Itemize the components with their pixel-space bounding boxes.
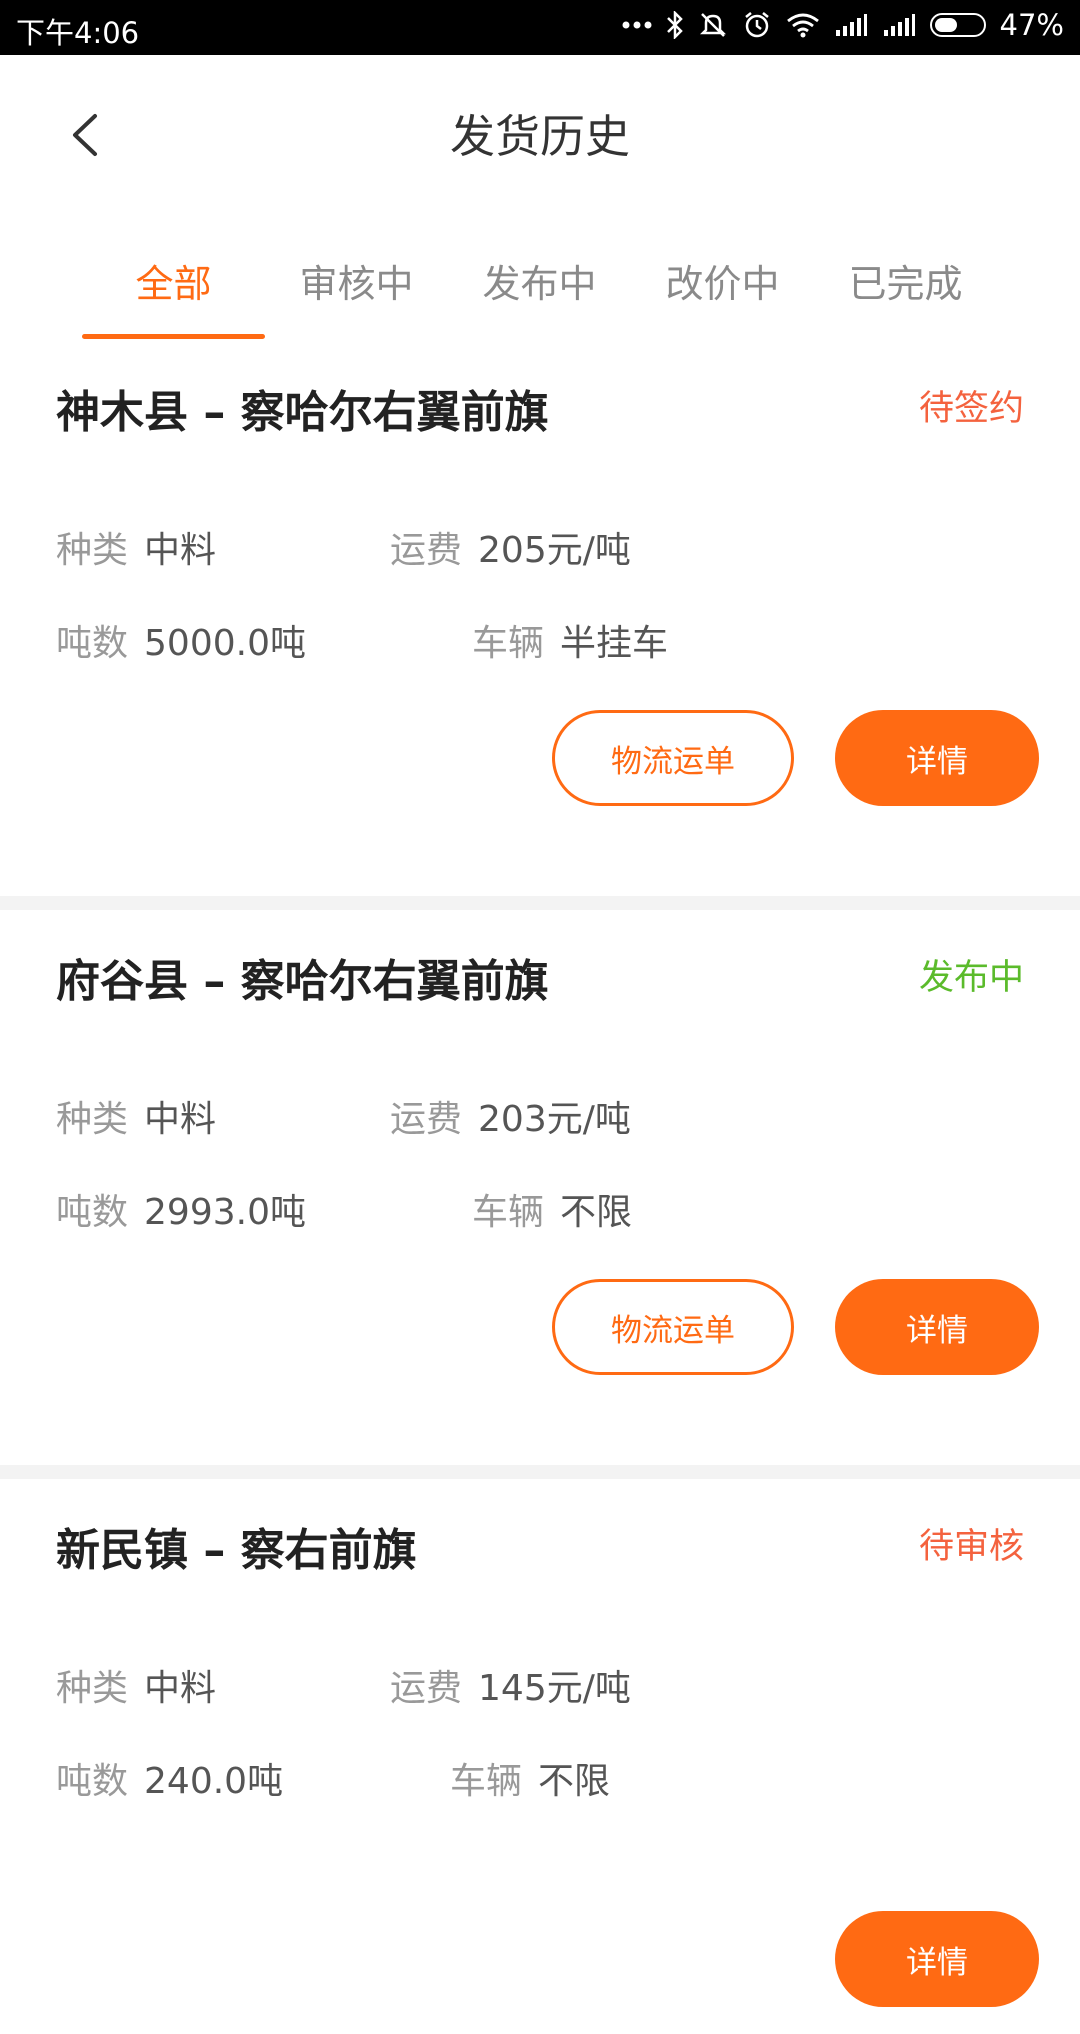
tab-repricing[interactable]: 改价中 bbox=[631, 253, 814, 308]
alarm-icon bbox=[742, 10, 772, 40]
status-tabs: 全部 审核中 发布中 改价中 已完成 bbox=[0, 213, 1080, 341]
app-header: 发货历史 bbox=[0, 55, 1080, 213]
order-status: 待审核 bbox=[918, 1527, 1024, 1567]
freight-label: 运费 bbox=[390, 1668, 463, 1709]
waybill-button[interactable]: 物流运单 bbox=[552, 1279, 794, 1375]
tab-publishing[interactable]: 发布中 bbox=[448, 253, 631, 308]
freight-label: 运费 bbox=[390, 530, 463, 571]
order-type: 种类 中料 bbox=[56, 521, 216, 573]
tab-all[interactable]: 全部 bbox=[82, 253, 265, 308]
vehicle-label: 车辆 bbox=[472, 1192, 545, 1233]
vehicle-label: 车辆 bbox=[450, 1761, 523, 1802]
bluetooth-icon bbox=[666, 11, 684, 39]
tab-active-indicator bbox=[82, 334, 265, 339]
order-card: 神木县 – 察哈尔右翼前旗 待签约 种类 中料 运费 205元/吨 吨数 5000.0… bbox=[0, 341, 1080, 896]
type-value: 中料 bbox=[144, 1668, 217, 1709]
type-label: 种类 bbox=[56, 530, 129, 571]
order-route: 府谷县 – 察哈尔右翼前旗 bbox=[56, 956, 549, 1007]
freight-value: 203元/吨 bbox=[478, 1099, 631, 1140]
tonnage-label: 吨数 bbox=[56, 1192, 129, 1233]
more-dots-icon bbox=[622, 20, 652, 30]
type-value: 中料 bbox=[144, 1099, 217, 1140]
order-status: 待签约 bbox=[918, 389, 1024, 429]
order-tonnage: 吨数 2993.0吨 bbox=[56, 1183, 306, 1235]
page-title: 发货历史 bbox=[449, 110, 630, 163]
order-freight: 运费 203元/吨 bbox=[390, 1090, 631, 1142]
order-tonnage: 吨数 240.0吨 bbox=[56, 1752, 283, 1804]
order-card: 新民镇 – 察右前旗 待审核 种类 中料 运费 145元/吨 吨数 240.0吨 车辆… bbox=[0, 1479, 1080, 2034]
signal-icon bbox=[834, 12, 868, 38]
status-icons: 47% bbox=[622, 8, 1064, 42]
tonnage-value: 240.0吨 bbox=[144, 1761, 284, 1802]
order-type: 种类 中料 bbox=[56, 1090, 216, 1142]
tab-reviewing[interactable]: 审核中 bbox=[265, 253, 448, 308]
type-label: 种类 bbox=[56, 1099, 129, 1140]
order-route: 新民镇 – 察右前旗 bbox=[56, 1525, 417, 1576]
waybill-button[interactable]: 物流运单 bbox=[552, 710, 794, 806]
battery-fill bbox=[934, 18, 957, 32]
order-freight: 运费 205元/吨 bbox=[390, 521, 631, 573]
order-status: 发布中 bbox=[918, 958, 1024, 998]
order-freight: 运费 145元/吨 bbox=[390, 1659, 631, 1711]
freight-value: 205元/吨 bbox=[478, 530, 631, 571]
detail-button[interactable]: 详情 bbox=[835, 1911, 1039, 2007]
tab-completed[interactable]: 已完成 bbox=[814, 253, 997, 308]
order-vehicle: 车辆 不限 bbox=[472, 1183, 632, 1235]
order-vehicle: 车辆 不限 bbox=[450, 1752, 610, 1804]
battery-percent: 47% bbox=[999, 8, 1064, 42]
freight-label: 运费 bbox=[390, 1099, 463, 1140]
battery-icon bbox=[929, 13, 986, 37]
order-card: 府谷县 – 察哈尔右翼前旗 发布中 种类 中料 运费 203元/吨 吨数 2993.0… bbox=[0, 910, 1080, 1465]
vehicle-value: 不限 bbox=[538, 1761, 611, 1802]
tonnage-label: 吨数 bbox=[56, 623, 129, 664]
detail-button[interactable]: 详情 bbox=[835, 710, 1039, 806]
order-route: 神木县 – 察哈尔右翼前旗 bbox=[56, 387, 549, 438]
detail-button[interactable]: 详情 bbox=[835, 1279, 1039, 1375]
mute-icon bbox=[698, 10, 728, 40]
tonnage-value: 5000.0吨 bbox=[144, 623, 306, 664]
type-label: 种类 bbox=[56, 1668, 129, 1709]
vehicle-value: 不限 bbox=[560, 1192, 633, 1233]
order-vehicle: 车辆 半挂车 bbox=[472, 614, 668, 666]
freight-value: 145元/吨 bbox=[478, 1668, 631, 1709]
vehicle-value: 半挂车 bbox=[560, 623, 669, 664]
status-time: 下午4:06 bbox=[16, 16, 140, 50]
type-value: 中料 bbox=[144, 530, 217, 571]
vehicle-label: 车辆 bbox=[472, 623, 545, 664]
status-bar: 下午4:06 47% bbox=[0, 0, 1080, 55]
signal-icon bbox=[882, 12, 916, 38]
tonnage-label: 吨数 bbox=[56, 1761, 129, 1802]
card-divider bbox=[0, 1465, 1080, 1479]
order-type: 种类 中料 bbox=[56, 1659, 216, 1711]
wifi-icon bbox=[786, 12, 820, 38]
order-tonnage: 吨数 5000.0吨 bbox=[56, 614, 306, 666]
card-divider bbox=[0, 896, 1080, 910]
tonnage-value: 2993.0吨 bbox=[144, 1192, 306, 1233]
